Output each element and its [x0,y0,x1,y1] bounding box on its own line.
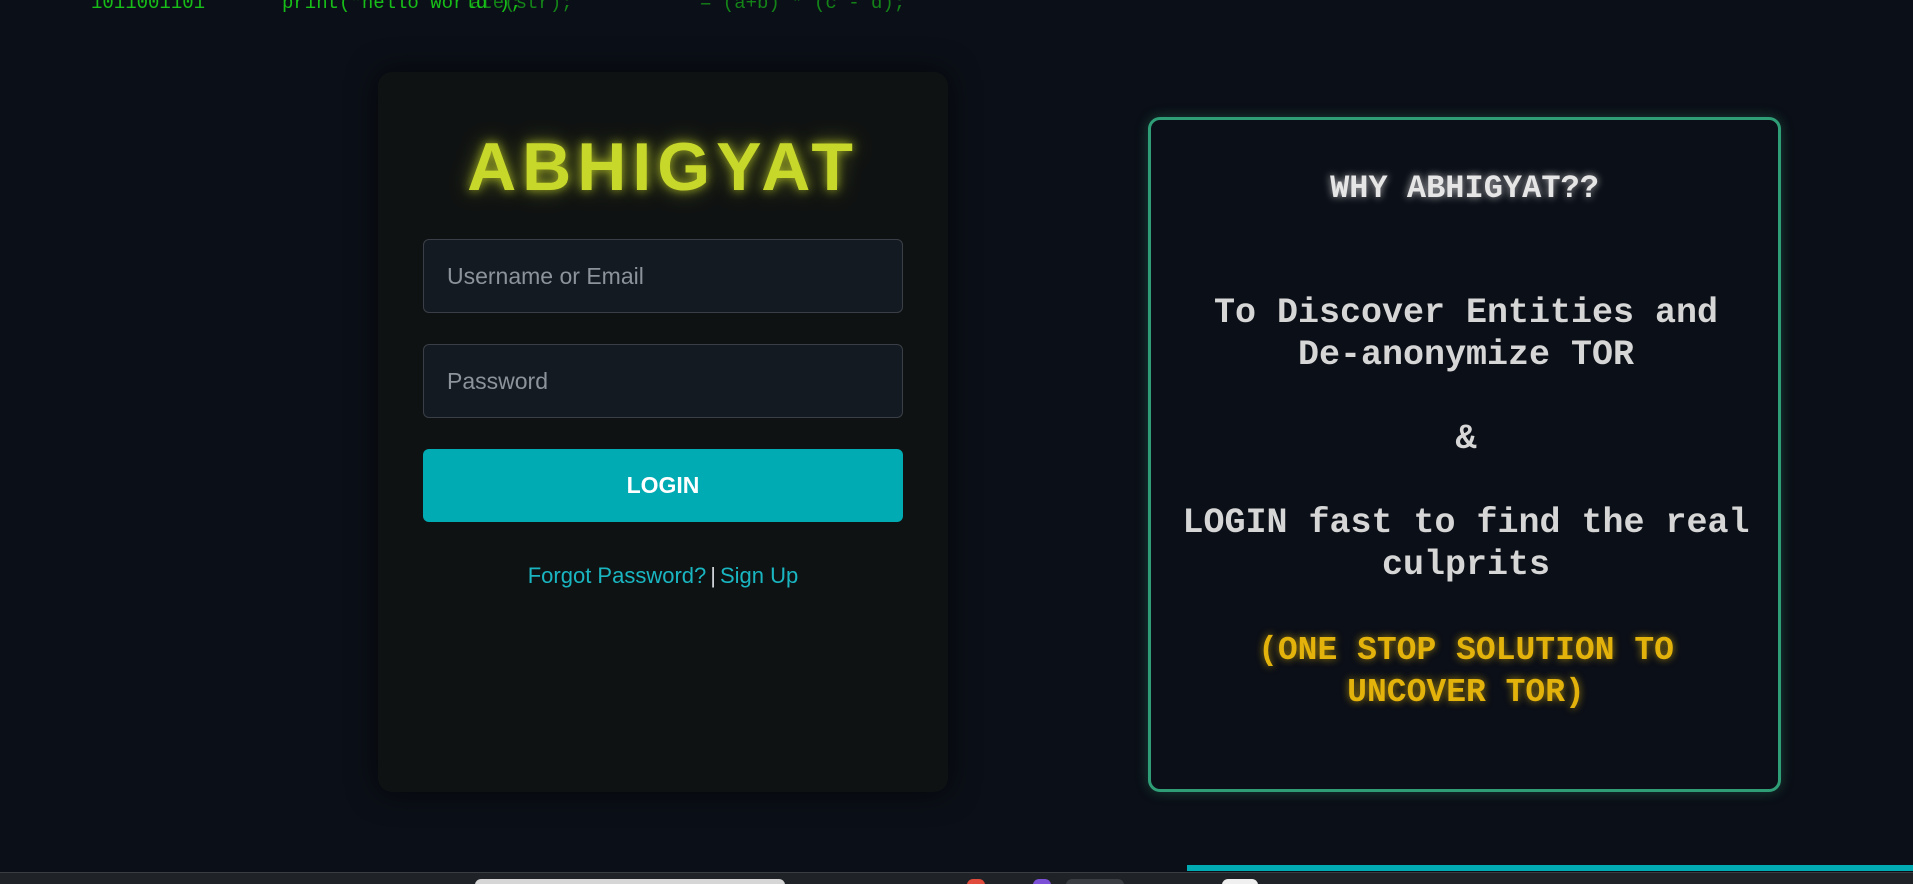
panel-line-login: LOGIN fast to find the real culprits [1182,503,1750,585]
forgot-password-link[interactable]: Forgot Password? [528,563,707,588]
why-abhigyat-panel: WHY ABHIGYAT?? To Discover Entities and … [1148,117,1781,792]
username-input[interactable] [423,239,903,313]
panel-line-discover: To Discover Entities and De-anonymize TO… [1213,293,1719,375]
brand-title: ABHIGYAT [467,129,859,205]
taskbar-app-icon[interactable] [1033,879,1051,884]
taskbar-app-icon[interactable] [1066,879,1124,884]
taskbar-app-icon[interactable] [1222,879,1258,884]
login-card: ABHIGYAT LOGIN Forgot Password?|Sign Up [378,72,948,792]
login-button[interactable]: LOGIN [423,449,903,522]
panel-title: WHY ABHIGYAT?? [1330,170,1599,207]
sign-up-link[interactable]: Sign Up [720,563,798,588]
os-taskbar [0,872,1913,884]
code-rain-fragment-b: = (a+b) * (c - d); [700,0,906,14]
panel-ampersand: & [1455,419,1477,459]
code-rain-binary: 1011001101 [91,0,206,14]
login-page: 1011001101 print("hello world"); ate(str… [0,0,1913,884]
taskbar-app-icon[interactable] [967,879,985,884]
accent-bar [1187,865,1913,871]
code-rain-fragment-a: ate(str); [470,0,573,14]
password-input[interactable] [423,344,903,418]
auth-links: Forgot Password? | Sign Up [378,563,948,589]
taskbar-search[interactable] [475,879,785,884]
link-separator: | [710,563,716,588]
panel-highlight: (ONE STOP SOLUTION TO UNCOVER TOR) [1258,632,1674,711]
